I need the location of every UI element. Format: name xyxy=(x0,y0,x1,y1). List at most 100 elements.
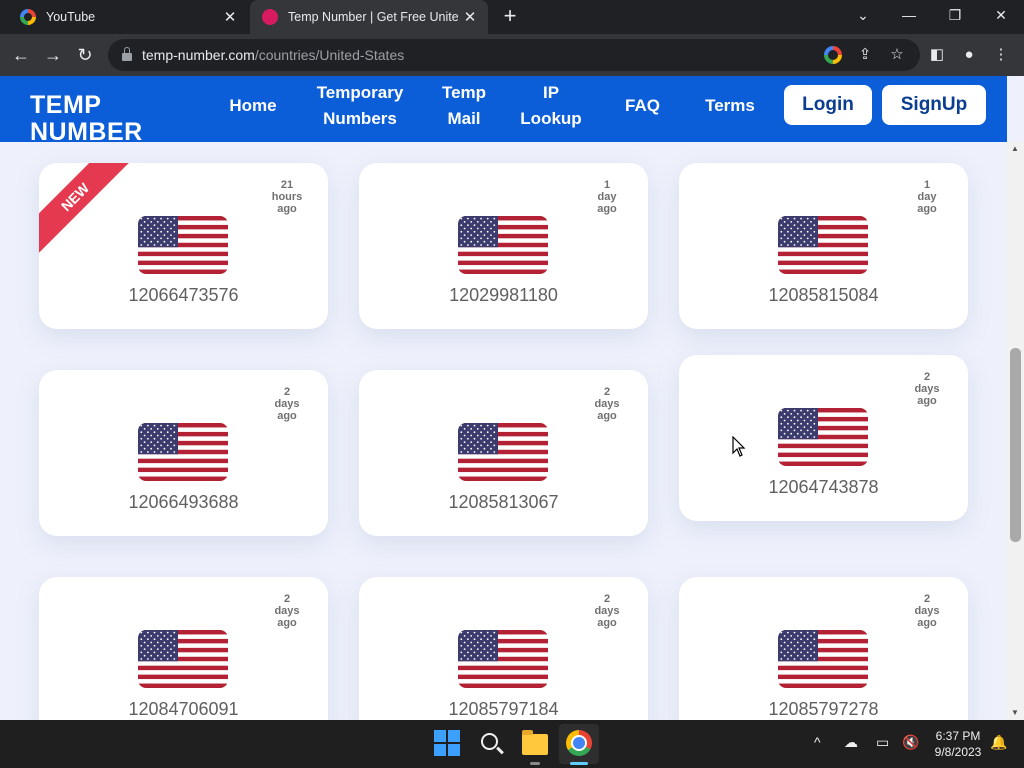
chrome-icon[interactable] xyxy=(566,730,594,758)
flag-star xyxy=(143,641,146,644)
profile-icon[interactable]: ● xyxy=(960,46,978,64)
bookmark-star-icon[interactable]: ☆ xyxy=(888,46,906,64)
google-lens-icon[interactable] xyxy=(824,46,842,64)
nav-terms[interactable]: Terms xyxy=(700,93,760,119)
flag-stripe xyxy=(138,458,228,464)
number-card[interactable]: 2 days ago 12085813067 xyxy=(359,370,648,536)
flag-star xyxy=(173,658,176,660)
login-button[interactable]: Login xyxy=(784,85,872,125)
flag-stripe xyxy=(778,674,868,680)
system-clock[interactable]: 6:37 PM 9/8/2023 xyxy=(928,728,988,760)
flag-star xyxy=(476,654,479,657)
flag-star xyxy=(467,424,469,427)
cloud-offline-icon[interactable]: ☁ xyxy=(844,734,858,751)
restore-button[interactable]: ❐ xyxy=(932,0,978,34)
phone-number[interactable]: 12066473576 xyxy=(39,285,328,306)
number-card[interactable]: 2 days ago 12084706091 xyxy=(39,577,328,720)
reload-button[interactable]: ↻ xyxy=(72,42,98,68)
flag-stripe xyxy=(778,452,868,458)
flag-star xyxy=(810,648,812,650)
flag-star xyxy=(490,234,492,236)
number-card[interactable]: 2 days ago 12085797278 xyxy=(679,577,968,720)
tab-search-button[interactable]: ⌄ xyxy=(840,0,886,34)
flag-star xyxy=(796,654,799,657)
nav-home[interactable]: Home xyxy=(222,93,284,119)
flag-star xyxy=(173,451,176,453)
phone-number[interactable]: 12085813067 xyxy=(359,492,648,513)
scroll-thumb[interactable] xyxy=(1010,348,1021,542)
nav-temporary-numbers[interactable]: Temporary Numbers xyxy=(300,80,420,132)
us-flag-icon xyxy=(458,423,548,481)
search-icon[interactable] xyxy=(478,730,506,758)
number-card[interactable]: 2 days ago 12064743878 xyxy=(679,355,968,521)
notification-bell-icon[interactable]: 🔔 xyxy=(990,734,1007,751)
site-header: TEMP NUMBER Home Temporary Numbers Temp … xyxy=(0,76,1007,146)
forward-button[interactable]: → xyxy=(40,42,66,68)
number-card[interactable]: 2 days ago 12066493688 xyxy=(39,370,328,536)
phone-number[interactable]: 12084706091 xyxy=(39,699,328,720)
minimize-button[interactable]: — xyxy=(886,0,932,34)
menu-kebab-icon[interactable]: ⋮ xyxy=(992,46,1010,64)
tab-close-icon[interactable]: ✕ xyxy=(218,8,242,26)
flag-star xyxy=(147,658,149,660)
tab-close-icon[interactable]: ✕ xyxy=(458,8,482,26)
file-explorer-icon[interactable] xyxy=(522,730,550,758)
side-panel-icon[interactable]: ◧ xyxy=(928,46,946,64)
flag-star xyxy=(790,648,793,650)
windows-start-icon[interactable] xyxy=(434,730,462,758)
lock-icon[interactable] xyxy=(122,47,132,61)
flag-star xyxy=(153,424,156,427)
phone-number[interactable]: 12064743878 xyxy=(679,477,968,498)
flag-star xyxy=(787,422,789,425)
nav-temp-mail[interactable]: Temp Mail xyxy=(436,80,492,132)
tray-overflow-icon[interactable]: ^ xyxy=(814,734,821,750)
flag-star xyxy=(147,631,149,634)
number-card[interactable]: 1 day ago 12029981180 xyxy=(359,163,648,329)
share-icon[interactable]: ⇪ xyxy=(856,46,874,64)
flag-stripe xyxy=(778,439,868,444)
site-logo[interactable]: TEMP NUMBER xyxy=(30,92,160,146)
new-tab-button[interactable]: + xyxy=(498,4,522,28)
network-icon[interactable]: ▭ xyxy=(876,734,889,751)
flag-star xyxy=(143,648,146,650)
flag-star xyxy=(806,237,809,240)
signup-button[interactable]: SignUp xyxy=(882,85,986,125)
flag-star xyxy=(486,631,489,634)
flag-star xyxy=(156,441,159,443)
flag-star xyxy=(463,221,466,223)
number-card[interactable]: NEW 21 hours ago 12066473576 xyxy=(39,163,328,329)
flag-star xyxy=(473,437,476,440)
flag-star xyxy=(493,244,496,246)
number-card[interactable]: 1 day ago 12085815084 xyxy=(679,163,968,329)
phone-number[interactable]: 12085815084 xyxy=(679,285,968,306)
flag-star xyxy=(793,224,796,227)
tab-temp-number[interactable]: Temp Number | Get Free United S ✕ xyxy=(250,0,488,34)
flag-star xyxy=(150,648,153,650)
flag-star xyxy=(490,447,492,450)
volume-muted-icon[interactable]: 🔇 xyxy=(902,734,919,751)
flag-stripe xyxy=(138,463,228,468)
number-card[interactable]: 2 days ago 12085797184 xyxy=(359,577,648,720)
phone-number[interactable]: 12085797278 xyxy=(679,699,968,720)
flag-star xyxy=(463,447,466,450)
flag-stripe xyxy=(458,463,548,468)
page-scrollbar[interactable]: ▲ ▼ xyxy=(1007,142,1024,720)
flag-star xyxy=(467,431,469,434)
flag-star xyxy=(463,441,466,443)
back-button[interactable]: ← xyxy=(8,42,34,68)
nav-faq[interactable]: FAQ xyxy=(620,93,665,119)
window-close-button[interactable]: ✕ xyxy=(978,0,1024,34)
flag-star xyxy=(780,658,783,660)
url-text[interactable]: temp-number.com/countries/United-States xyxy=(142,47,404,63)
scroll-down-icon[interactable]: ▼ xyxy=(1011,708,1019,717)
phone-number[interactable]: 12029981180 xyxy=(359,285,648,306)
flag-star xyxy=(173,217,176,220)
address-bar[interactable]: temp-number.com/countries/United-States … xyxy=(108,39,920,71)
flag-star xyxy=(470,240,473,243)
flag-star xyxy=(160,644,162,647)
phone-number[interactable]: 12085797184 xyxy=(359,699,648,720)
scroll-up-icon[interactable]: ▲ xyxy=(1011,144,1019,153)
tab-youtube[interactable]: YouTube ✕ xyxy=(8,0,248,34)
phone-number[interactable]: 12066493688 xyxy=(39,492,328,513)
nav-ip-lookup[interactable]: IP Lookup xyxy=(516,80,586,132)
